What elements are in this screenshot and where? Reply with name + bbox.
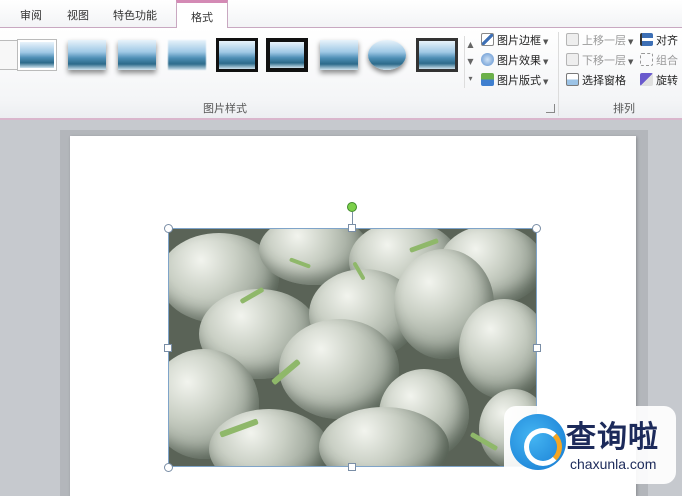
picture-border-button[interactable]: 图片边框 ▼ xyxy=(481,32,548,50)
chevron-down-icon: ▼ xyxy=(543,58,549,66)
align-icon xyxy=(640,33,653,46)
group-divider xyxy=(558,32,559,116)
group-icon xyxy=(640,53,653,66)
search-logo-icon xyxy=(510,414,566,470)
picture-style-reflected[interactable] xyxy=(118,40,156,70)
gallery-more-icon[interactable]: ▾ xyxy=(465,70,476,87)
bring-forward-button[interactable]: 上移一层 ▼ xyxy=(566,32,633,50)
picture-styles-group-label: 图片样式 xyxy=(203,102,247,115)
resize-handle-bottom-left[interactable] xyxy=(164,463,173,472)
gallery-up-icon[interactable]: ▲ xyxy=(465,36,476,53)
bring-forward-label: 上移一层 xyxy=(582,34,626,47)
selection-pane-label: 选择窗格 xyxy=(582,74,626,87)
picture-effects-label: 图片效果 xyxy=(497,54,541,67)
align-label: 对齐 xyxy=(656,34,678,47)
picture-style-gallery xyxy=(0,34,462,84)
tab-format[interactable]: 格式 xyxy=(176,0,228,29)
send-backward-button[interactable]: 下移一层 ▼ xyxy=(566,52,633,70)
picture-style-oval[interactable] xyxy=(368,40,406,70)
picture-style-drop-shadow[interactable] xyxy=(68,40,106,70)
chevron-down-icon: ▼ xyxy=(628,38,634,46)
picture-style-thick-matte[interactable] xyxy=(266,38,308,72)
resize-handle-right[interactable] xyxy=(533,344,541,352)
resize-handle-left[interactable] xyxy=(164,344,172,352)
selected-picture-melons[interactable] xyxy=(168,228,537,467)
send-backward-icon xyxy=(566,53,579,66)
rotate-handle[interactable] xyxy=(347,202,357,212)
tab-view[interactable]: 视图 xyxy=(58,5,98,27)
picture-layout-label: 图片版式 xyxy=(497,74,541,87)
chevron-down-icon: ▼ xyxy=(543,38,549,46)
picture-style-simple-frame[interactable] xyxy=(18,40,56,70)
picture-style-shadow-rect[interactable] xyxy=(320,40,358,70)
rotate-icon xyxy=(640,73,653,86)
effects-icon xyxy=(481,53,494,66)
send-backward-label: 下移一层 xyxy=(582,54,626,67)
gallery-down-icon[interactable]: ▼ xyxy=(465,53,476,70)
rotate-button[interactable]: 旋转 xyxy=(640,72,678,90)
pen-border-icon xyxy=(481,33,494,46)
picture-style-metal-frame[interactable] xyxy=(416,38,458,72)
watermark-subtitle: chaxunla.com xyxy=(570,456,657,472)
tab-review[interactable]: 审阅 xyxy=(8,5,54,27)
selection-pane-icon xyxy=(566,73,579,86)
resize-handle-bottom[interactable] xyxy=(348,463,356,471)
picture-style-black-frame[interactable] xyxy=(216,38,258,72)
group-button[interactable]: 组合 xyxy=(640,52,678,70)
resize-handle-top-right[interactable] xyxy=(532,224,541,233)
picture-effects-button[interactable]: 图片效果 ▼ xyxy=(481,52,548,70)
align-button[interactable]: 对齐 xyxy=(640,32,678,50)
chevron-down-icon: ▼ xyxy=(543,78,549,86)
tab-special-features[interactable]: 特色功能 xyxy=(104,5,166,27)
gallery-scroll[interactable]: ▲ ▼ ▾ xyxy=(464,36,476,88)
chevron-down-icon: ▼ xyxy=(628,58,634,66)
resize-handle-top[interactable] xyxy=(348,224,356,232)
picture-style-soft-edge[interactable] xyxy=(168,40,206,70)
resize-handle-top-left[interactable] xyxy=(164,224,173,233)
picture-layout-button[interactable]: 图片版式 ▼ xyxy=(481,72,548,90)
ribbon-tab-bar: 审阅 视图 特色功能 格式 xyxy=(0,0,682,29)
arrange-group-label: 排列 xyxy=(613,102,635,115)
bring-forward-icon xyxy=(566,33,579,46)
group-label: 组合 xyxy=(656,54,678,67)
watermark-logo: 查询啦 chaxunla.com xyxy=(504,406,676,484)
layout-icon xyxy=(481,73,494,86)
picture-border-label: 图片边框 xyxy=(497,34,541,47)
dialog-launcher-icon[interactable] xyxy=(546,104,555,113)
selection-pane-button[interactable]: 选择窗格 xyxy=(566,72,626,90)
watermark-title: 查询啦 xyxy=(566,420,659,455)
rotate-label: 旋转 xyxy=(656,74,678,87)
ribbon-panel: ▲ ▼ ▾ 图片边框 ▼ 图片效果 ▼ 图片版式 ▼ 图片样式 上移一层 ▼ 下移一层 ▼… xyxy=(0,28,682,120)
